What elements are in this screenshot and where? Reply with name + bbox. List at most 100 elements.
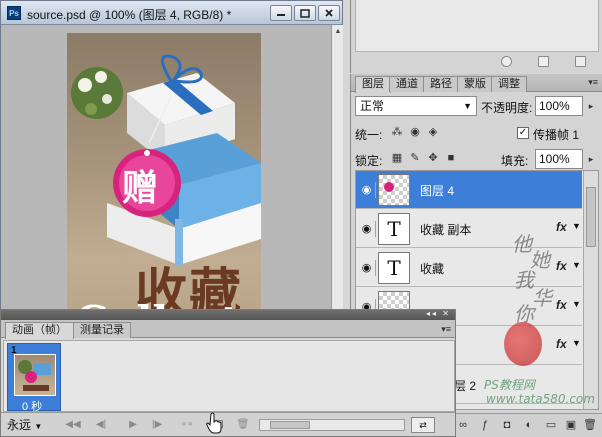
fx-icon[interactable]: fx xyxy=(556,337,567,351)
signature-char: 他 xyxy=(512,232,532,256)
layer-row[interactable]: ◉ T 收藏 副本 fx ▼ xyxy=(356,210,582,248)
animation-panel: ◂◂ ✕ 动画（帧） 测量记录 ▾≡ 1 0 秒 永远 ▼ ◀◀ ◀| ▶ |▶… xyxy=(0,309,456,437)
fill-input[interactable]: 100% xyxy=(535,149,583,169)
scroll-up-icon[interactable]: ▲ xyxy=(333,27,343,37)
play-icon[interactable]: ▶ xyxy=(125,417,141,433)
animation-frame[interactable]: 1 0 秒 xyxy=(7,343,61,413)
tween-icon[interactable]: ∘∘ xyxy=(179,417,195,433)
adjustment-layer-icon[interactable]: ◐ xyxy=(523,419,535,431)
lock-all-icon[interactable]: ■ xyxy=(445,152,457,164)
unify-visibility-icon[interactable]: ◉ xyxy=(409,126,421,138)
loop-value: 永远 xyxy=(7,418,32,432)
expand-effects-icon[interactable]: ▼ xyxy=(572,338,581,348)
panel-menu-icon[interactable]: ▾≡ xyxy=(441,324,451,335)
fx-icon[interactable]: fx xyxy=(556,259,567,273)
propagate-frame-checkbox[interactable]: ✓ xyxy=(517,127,529,139)
animation-panel-tabs: 动画（帧） 测量记录 ▾≡ xyxy=(1,320,455,339)
tab-channels[interactable]: 通道 xyxy=(389,76,425,92)
new-item-icon[interactable] xyxy=(538,56,549,67)
expand-effects-icon[interactable]: ▼ xyxy=(572,221,581,231)
watermark-site-url: www.tata580.com xyxy=(486,392,595,406)
layer-name[interactable]: 层 2 xyxy=(454,377,476,394)
chevron-down-icon: ▼ xyxy=(34,422,43,431)
layer-name[interactable]: 图层 4 xyxy=(420,182,454,199)
layer-name[interactable]: 收藏 副本 xyxy=(420,221,471,238)
text-layer-thumbnail: T xyxy=(378,252,410,284)
signature-char: 华 xyxy=(532,286,552,310)
fill-label: 填充: xyxy=(501,154,529,168)
tab-adjustments[interactable]: 调整 xyxy=(491,76,527,92)
scrollbar-thumb[interactable] xyxy=(270,421,310,429)
layer-row[interactable]: ◉ 图层 4 xyxy=(356,171,582,209)
animation-controls: 永远 ▼ ◀◀ ◀| ▶ |▶ ∘∘ ▣ 🗑 ⇄ xyxy=(1,412,455,436)
expand-effects-icon[interactable]: ▼ xyxy=(572,299,581,309)
document-window: Ps source.psd @ 100% (图层 4, RGB/8) * 赠 收… xyxy=(0,0,343,321)
watermark-site-name: PS教程网 xyxy=(484,378,535,392)
link-layers-icon[interactable]: ∞ xyxy=(457,419,469,431)
lock-label: 锁定: xyxy=(355,154,383,168)
seal-stamp xyxy=(504,322,542,366)
next-frame-icon[interactable]: |▶ xyxy=(149,417,165,433)
upper-panel-icons xyxy=(501,56,586,67)
trash-icon[interactable] xyxy=(575,56,586,67)
minimize-icon xyxy=(277,14,285,16)
tab-paths[interactable]: 路径 xyxy=(423,76,459,92)
opacity-input[interactable]: 100% xyxy=(535,96,583,116)
maximize-icon xyxy=(300,8,310,18)
add-style-icon[interactable]: ƒ xyxy=(479,419,491,431)
fx-icon[interactable]: fx xyxy=(556,220,567,234)
layer-name[interactable]: 收藏 xyxy=(420,260,444,277)
tab-layers[interactable]: 图层 xyxy=(355,76,391,93)
scrollbar-thumb[interactable] xyxy=(586,187,596,247)
add-mask-icon[interactable]: ◘ xyxy=(501,419,513,431)
new-layer-icon[interactable]: ▣ xyxy=(565,419,577,431)
tab-animation-frames[interactable]: 动画（帧） xyxy=(5,322,74,339)
expand-effects-icon[interactable]: ▼ xyxy=(572,260,581,270)
eye-icon[interactable]: ◉ xyxy=(358,221,376,237)
panel-menu-icon[interactable]: ▾≡ xyxy=(588,77,598,88)
document-titlebar[interactable]: Ps source.psd @ 100% (图层 4, RGB/8) * xyxy=(1,1,342,25)
first-frame-icon[interactable]: ◀◀ xyxy=(65,417,81,433)
layer-list-scrollbar[interactable] xyxy=(583,171,598,409)
lock-pixels-icon[interactable]: ✎ xyxy=(409,152,421,164)
maximize-button[interactable] xyxy=(294,5,316,21)
delete-layer-icon[interactable]: 🗑 xyxy=(583,419,597,431)
eye-icon[interactable]: ◉ xyxy=(358,182,376,198)
close-button[interactable] xyxy=(318,5,340,21)
unify-label: 统一: xyxy=(355,128,383,142)
fill-arrow-icon[interactable]: ▸ xyxy=(585,150,597,168)
artwork-image: 赠 收藏 Collect xyxy=(67,33,261,321)
photoshop-icon: Ps xyxy=(7,6,21,20)
tab-masks[interactable]: 蒙版 xyxy=(457,76,493,92)
new-group-icon[interactable]: ▭ xyxy=(545,419,557,431)
eye-icon[interactable]: ◉ xyxy=(358,260,376,276)
delete-frame-icon[interactable]: 🗑 xyxy=(235,417,251,433)
blend-mode-select[interactable]: 正常 ▼ xyxy=(355,96,477,116)
lock-position-icon[interactable]: ✥ xyxy=(427,152,439,164)
propagate-frame-label: 传播帧 1 xyxy=(533,128,580,142)
close-icon xyxy=(325,9,333,17)
tab-measurement-log[interactable]: 测量记录 xyxy=(73,322,131,338)
frames-horizontal-scrollbar[interactable] xyxy=(259,419,405,431)
opacity-label: 不透明度: xyxy=(481,101,533,115)
frame-thumbnail xyxy=(14,354,56,396)
canvas-area[interactable]: 赠 收藏 Collect xyxy=(1,25,331,321)
previous-frame-icon[interactable]: ◀| xyxy=(93,417,109,433)
animation-panel-header[interactable]: ◂◂ ✕ xyxy=(1,309,455,320)
loop-select[interactable]: 永远 ▼ xyxy=(7,417,51,433)
unify-style-icon[interactable]: ◈ xyxy=(427,126,439,138)
layer-thumbnail xyxy=(378,174,410,206)
convert-to-timeline-icon[interactable]: ⇄ xyxy=(411,417,435,433)
minimize-button[interactable] xyxy=(270,5,292,21)
document-title: source.psd @ 100% (图层 4, RGB/8) * xyxy=(27,8,232,22)
fx-icon[interactable]: fx xyxy=(556,298,567,312)
lock-transparency-icon[interactable]: ▦ xyxy=(391,152,403,164)
hand-cursor-icon xyxy=(206,412,222,434)
panel-collapse-close-icons[interactable]: ◂◂ ✕ xyxy=(426,309,451,318)
opacity-arrow-icon[interactable]: ▸ xyxy=(585,97,597,115)
unify-position-icon[interactable]: ⁂ xyxy=(391,126,403,138)
document-vertical-scrollbar[interactable]: ▲ xyxy=(331,25,343,321)
frames-area: 1 0 秒 xyxy=(3,340,455,413)
cancel-icon[interactable] xyxy=(501,56,512,67)
blend-mode-value: 正常 xyxy=(360,99,385,113)
